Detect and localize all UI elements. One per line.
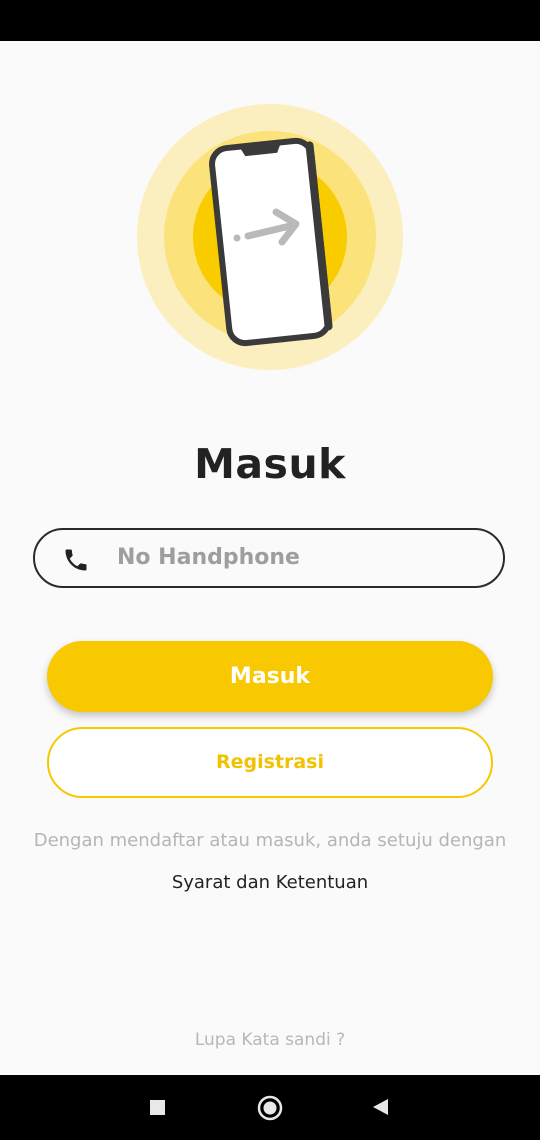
terms-note: Dengan mendaftar atau masuk, anda setuju… <box>33 830 507 851</box>
system-navigation-bar <box>0 1075 540 1140</box>
login-button[interactable]: Masuk <box>47 641 493 712</box>
page-title: Masuk <box>194 440 346 488</box>
back-icon <box>373 1099 388 1115</box>
login-screen: Masuk No Handphone Masuk Registrasi Deng… <box>0 0 540 1140</box>
phone-transfer-illustration <box>137 104 403 370</box>
phone-number-placeholder: No Handphone <box>117 545 300 570</box>
phone-icon <box>62 546 90 574</box>
hero-illustration <box>0 100 540 380</box>
forgot-password-link[interactable]: Lupa Kata sandi ? <box>0 1030 540 1050</box>
terms-and-conditions-link[interactable]: Syarat dan Ketentuan <box>0 872 540 893</box>
status-bar <box>0 0 540 41</box>
recent-apps-button[interactable] <box>128 1075 188 1140</box>
home-icon <box>257 1095 283 1121</box>
home-button[interactable] <box>240 1075 300 1140</box>
phone-number-input[interactable]: No Handphone <box>33 528 505 588</box>
back-button[interactable] <box>350 1075 410 1140</box>
recent-apps-icon <box>150 1100 165 1115</box>
register-button[interactable]: Registrasi <box>47 727 493 798</box>
